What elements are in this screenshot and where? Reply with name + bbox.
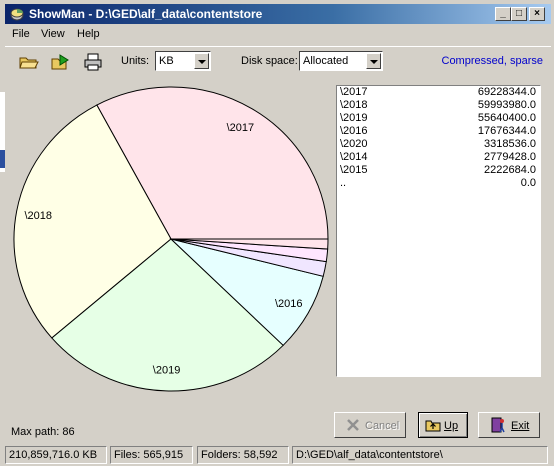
list-item-name: \2019 [340,112,368,124]
close-icon: × [534,8,540,19]
list-item-size: 2779428.0 [484,151,536,163]
pie-slice-label: \2016 [275,298,303,310]
close-button[interactable]: × [529,7,545,21]
max-path-label: Max path: 86 [11,426,75,438]
printer-icon [84,53,102,71]
list-item-size: 17676344.0 [477,125,536,137]
pie-slice-label: \2017 [227,122,255,134]
list-item-size: 0.0 [520,177,536,189]
list-item[interactable]: .. 0.0 [337,177,540,190]
disk-space-value: Allocated [303,55,349,67]
list-item[interactable]: \2015 2222684.0 [337,164,540,177]
chevron-down-icon[interactable] [194,53,209,69]
menu-view[interactable]: View [41,28,65,40]
status-bar: 210,859,716.0 KB Files: 565,915 Folders:… [5,444,551,464]
folder-up-icon [425,420,441,432]
maximize-button[interactable]: □ [511,7,527,21]
app-icon [10,8,24,21]
disk-space-select[interactable]: Allocated [299,51,383,71]
list-item-size: 3318536.0 [484,138,536,150]
cancel-label: Cancel [365,420,400,432]
compressed-sparse-link[interactable]: Compressed, sparse [442,55,544,67]
list-item[interactable]: \2017 69228344.0 [337,86,540,99]
scan-button[interactable] [49,50,73,74]
chevron-down-icon[interactable] [366,53,381,69]
minimize-button[interactable]: _ [495,7,511,21]
up-button[interactable]: Up [418,412,468,438]
folder-size-list[interactable]: \2017 69228344.0 \2018 59993980.0 \2019 55640… [336,85,541,377]
cancel-button[interactable]: Cancel [334,412,406,438]
list-item-name: \2015 [340,164,368,176]
menu-bar: File View Help [5,26,551,44]
cancel-x-icon [347,419,359,431]
list-item-size: 69228344.0 [477,86,536,98]
window-title: ShowMan - D:\GED\alf_data\contentstore [29,7,263,21]
list-item-name: \2017 [340,86,368,98]
list-rows: \2017 69228344.0 \2018 59993980.0 \2019 55640… [337,86,540,190]
disk-space-label: Disk space: [241,55,298,67]
print-button[interactable] [81,50,105,74]
list-item-name: .. [340,177,347,189]
exit-button[interactable]: Exit [478,412,540,438]
open-folder-button[interactable] [17,50,41,74]
run-icon [51,54,69,70]
list-item[interactable]: \2019 55640400.0 [337,112,540,125]
pie-slice-label: \2018 [25,210,53,222]
list-item-size: 55640400.0 [477,112,536,124]
list-item-size: 59993980.0 [477,99,536,111]
list-item-name: \2014 [340,151,368,163]
list-item-name: \2018 [340,99,368,111]
list-item[interactable]: \2016 17676344.0 [337,125,540,138]
list-item-size: 2222684.0 [484,164,536,176]
main-window: ShowMan - D:\GED\alf_data\contentstore _… [5,0,554,466]
minimize-icon: _ [500,8,506,19]
up-label: Up [444,420,459,432]
units-select[interactable]: KB [155,51,211,71]
open-folder-icon [19,57,39,69]
pie-chart-svg[interactable]: \2017 \2018 \2019 \2016 [6,78,336,410]
status-path: D:\GED\alf_data\contentstore\ [292,446,548,464]
menu-file[interactable]: File [12,28,30,40]
list-item-name: \2016 [340,125,368,137]
units-value: KB [159,55,174,67]
title-bar[interactable]: ShowMan - D:\GED\alf_data\contentstore _… [5,4,551,24]
list-item[interactable]: \2018 59993980.0 [337,99,540,112]
status-files: Files: 565,915 [110,446,193,464]
exit-door-icon [491,417,505,433]
exit-label: Exit [511,420,530,432]
maximize-icon: □ [515,8,523,19]
menu-help[interactable]: Help [77,28,100,40]
list-item[interactable]: \2020 3318536.0 [337,138,540,151]
pie-slice-label: \2019 [153,365,181,377]
list-item-name: \2020 [340,138,368,150]
list-item[interactable]: \2014 2779428.0 [337,151,540,164]
status-total-size: 210,859,716.0 KB [5,446,107,464]
toolbar: Units: KB Disk space: Allocated Compress… [5,46,551,77]
units-label: Units: [121,55,150,67]
pie-chart[interactable]: \2017 \2018 \2019 \2016 [6,78,336,410]
status-folders: Folders: 58,592 [197,446,289,464]
